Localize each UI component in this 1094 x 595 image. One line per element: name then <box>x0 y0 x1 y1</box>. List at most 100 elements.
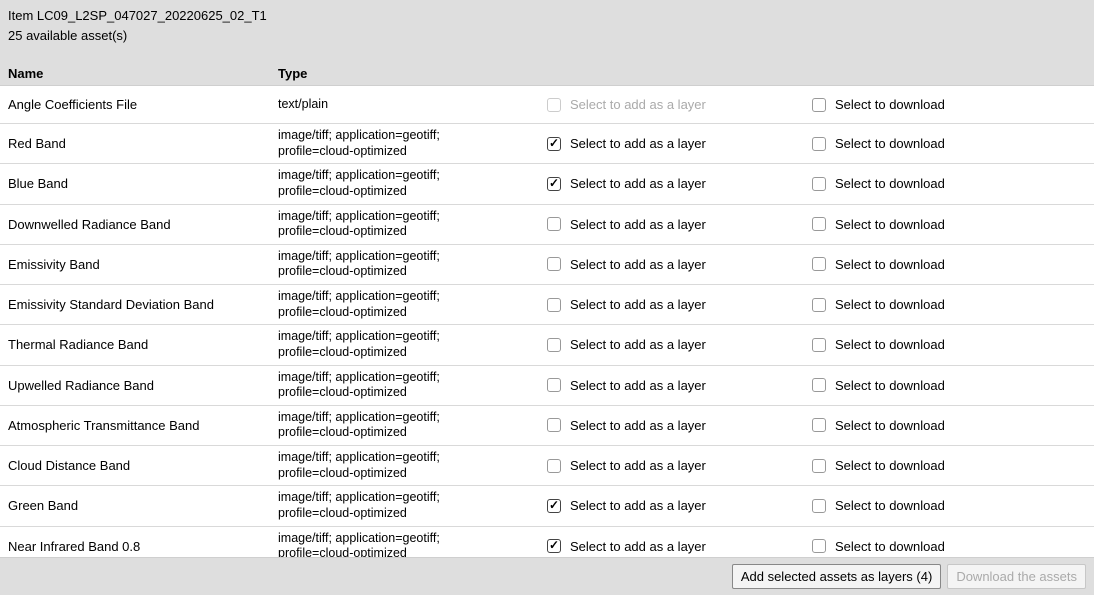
add-layer-checkbox[interactable] <box>547 137 561 151</box>
add-layer-label: Select to add as a layer <box>570 97 706 112</box>
asset-name: Thermal Radiance Band <box>8 337 278 352</box>
add-layer-checkbox[interactable] <box>547 499 561 513</box>
asset-type: image/tiff; application=geotiff; profile… <box>278 370 543 401</box>
download-cell: Select to download <box>808 214 1086 234</box>
download-checkbox[interactable] <box>812 539 826 553</box>
table-row: Upwelled Radiance Bandimage/tiff; applic… <box>0 366 1094 406</box>
download-assets-button[interactable]: Download the assets <box>947 564 1086 589</box>
download-label: Select to download <box>835 176 945 191</box>
add-layer-label: Select to add as a layer <box>570 257 706 272</box>
add-layer-label: Select to add as a layer <box>570 418 706 433</box>
table-row: Cloud Distance Bandimage/tiff; applicati… <box>0 446 1094 486</box>
download-checkbox[interactable] <box>812 257 826 271</box>
download-checkbox[interactable] <box>812 459 826 473</box>
download-checkbox[interactable] <box>812 338 826 352</box>
layer-cell: Select to add as a layer <box>543 134 808 154</box>
download-cell: Select to download <box>808 456 1086 476</box>
download-checkbox[interactable] <box>812 217 826 231</box>
item-title: Item LC09_L2SP_047027_20220625_02_T1 <box>8 8 1086 26</box>
layer-cell: Select to add as a layer <box>543 214 808 234</box>
layer-cell: Select to add as a layer <box>543 295 808 315</box>
download-label: Select to download <box>835 498 945 513</box>
add-layer-checkbox[interactable] <box>547 459 561 473</box>
add-layer-checkbox[interactable] <box>547 338 561 352</box>
add-layer-checkbox <box>547 98 561 112</box>
add-layer-label: Select to add as a layer <box>570 136 706 151</box>
table-row: Downwelled Radiance Bandimage/tiff; appl… <box>0 205 1094 245</box>
table-row: Emissivity Bandimage/tiff; application=g… <box>0 245 1094 285</box>
download-checkbox[interactable] <box>812 378 826 392</box>
layer-cell: Select to add as a layer <box>543 456 808 476</box>
download-cell: Select to download <box>808 496 1086 516</box>
column-header-layer <box>543 66 808 81</box>
dialog-header: Item LC09_L2SP_047027_20220625_02_T1 25 … <box>0 0 1094 66</box>
add-layer-checkbox[interactable] <box>547 257 561 271</box>
download-cell: Select to download <box>808 536 1086 556</box>
add-layer-label: Select to add as a layer <box>570 378 706 393</box>
download-label: Select to download <box>835 337 945 352</box>
asset-name: Near Infrared Band 0.8 <box>8 539 278 554</box>
add-layer-checkbox[interactable] <box>547 217 561 231</box>
download-checkbox[interactable] <box>812 177 826 191</box>
asset-type: image/tiff; application=geotiff; profile… <box>278 209 543 240</box>
download-cell: Select to download <box>808 174 1086 194</box>
asset-name: Emissivity Band <box>8 257 278 272</box>
add-layers-button[interactable]: Add selected assets as layers (4) <box>732 564 941 589</box>
asset-type: image/tiff; application=geotiff; profile… <box>278 128 543 159</box>
download-checkbox[interactable] <box>812 137 826 151</box>
asset-type: image/tiff; application=geotiff; profile… <box>278 168 543 199</box>
add-layer-label: Select to add as a layer <box>570 297 706 312</box>
download-checkbox[interactable] <box>812 499 826 513</box>
add-layer-checkbox[interactable] <box>547 539 561 553</box>
asset-name: Emissivity Standard Deviation Band <box>8 297 278 312</box>
table-row: Thermal Radiance Bandimage/tiff; applica… <box>0 325 1094 365</box>
add-layer-checkbox[interactable] <box>547 378 561 392</box>
table-row: Emissivity Standard Deviation Bandimage/… <box>0 285 1094 325</box>
add-layer-label: Select to add as a layer <box>570 337 706 352</box>
table-row: Red Bandimage/tiff; application=geotiff;… <box>0 124 1094 164</box>
download-label: Select to download <box>835 257 945 272</box>
asset-table[interactable]: Angle Coefficients Filetext/plainSelect … <box>0 85 1094 557</box>
add-layer-checkbox[interactable] <box>547 298 561 312</box>
download-cell: Select to download <box>808 134 1086 154</box>
layer-cell: Select to add as a layer <box>543 536 808 556</box>
download-checkbox[interactable] <box>812 418 826 432</box>
asset-type: image/tiff; application=geotiff; profile… <box>278 410 543 441</box>
layer-cell: Select to add as a layer <box>543 254 808 274</box>
download-checkbox[interactable] <box>812 98 826 112</box>
asset-name: Blue Band <box>8 176 278 191</box>
download-cell: Select to download <box>808 335 1086 355</box>
asset-name: Green Band <box>8 498 278 513</box>
asset-name: Red Band <box>8 136 278 151</box>
column-header-name: Name <box>8 66 278 81</box>
asset-count: 25 available asset(s) <box>8 28 1086 46</box>
download-checkbox[interactable] <box>812 298 826 312</box>
column-header-download <box>808 66 1086 81</box>
download-label: Select to download <box>835 458 945 473</box>
asset-type: image/tiff; application=geotiff; profile… <box>278 249 543 280</box>
add-layer-checkbox[interactable] <box>547 418 561 432</box>
download-label: Select to download <box>835 539 945 554</box>
download-label: Select to download <box>835 217 945 232</box>
download-cell: Select to download <box>808 375 1086 395</box>
download-label: Select to download <box>835 97 945 112</box>
add-layer-checkbox[interactable] <box>547 177 561 191</box>
download-cell: Select to download <box>808 415 1086 435</box>
add-layer-label: Select to add as a layer <box>570 217 706 232</box>
asset-type: image/tiff; application=geotiff; profile… <box>278 531 543 558</box>
layer-cell: Select to add as a layer <box>543 375 808 395</box>
layer-cell: Select to add as a layer <box>543 415 808 435</box>
table-row: Angle Coefficients Filetext/plainSelect … <box>0 86 1094 124</box>
download-label: Select to download <box>835 378 945 393</box>
add-layer-label: Select to add as a layer <box>570 498 706 513</box>
column-header-type: Type <box>278 66 543 81</box>
asset-dialog: Item LC09_L2SP_047027_20220625_02_T1 25 … <box>0 0 1094 595</box>
dialog-footer: Add selected assets as layers (4) Downlo… <box>0 557 1094 595</box>
download-cell: Select to download <box>808 254 1086 274</box>
asset-type: image/tiff; application=geotiff; profile… <box>278 450 543 481</box>
asset-name: Angle Coefficients File <box>8 97 278 112</box>
asset-type: image/tiff; application=geotiff; profile… <box>278 490 543 521</box>
table-row: Near Infrared Band 0.8image/tiff; applic… <box>0 527 1094 558</box>
download-cell: Select to download <box>808 95 1086 115</box>
asset-type: image/tiff; application=geotiff; profile… <box>278 289 543 320</box>
